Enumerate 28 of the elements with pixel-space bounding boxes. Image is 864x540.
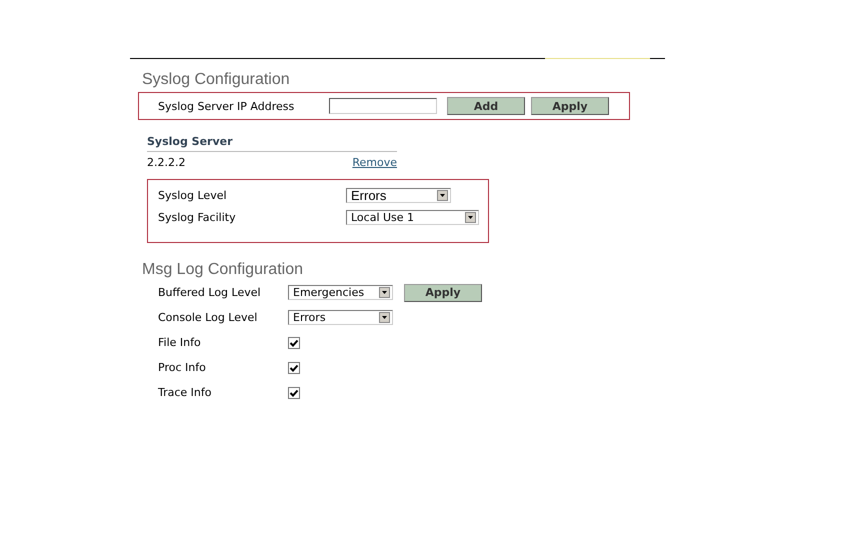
section-title: Msg Log Configuration — [142, 260, 304, 280]
server-address: 2.2.2.2 — [147, 156, 186, 169]
field-label: Proc Info — [158, 361, 207, 374]
dropdown[interactable]: Errors — [346, 188, 451, 203]
field-label: Syslog Facility — [158, 211, 237, 224]
caret-icon — [379, 287, 390, 298]
dropdown[interactable]: Emergencies — [288, 285, 393, 300]
column-heading: Syslog Server — [147, 135, 397, 152]
field-label: File Info — [158, 336, 202, 349]
checkbox[interactable] — [288, 386, 300, 398]
field-label: Trace Info — [158, 386, 212, 399]
remove-link[interactable]: Remove — [352, 156, 397, 169]
input-field[interactable] — [329, 98, 437, 114]
apply-button[interactable]: Apply — [404, 284, 482, 302]
field-label: Console Log Level — [158, 311, 258, 324]
ip-label: Syslog Server IP Address — [158, 100, 296, 112]
field-label: Buffered Log Level — [158, 286, 262, 299]
checkbox[interactable] — [288, 336, 300, 348]
action-button[interactable]: Apply — [531, 97, 609, 115]
caret-icon — [465, 212, 476, 223]
caret-icon — [379, 312, 390, 323]
dropdown[interactable]: Local Use 1 — [346, 210, 479, 225]
section-title: Syslog Configuration — [142, 70, 291, 90]
caret-icon — [437, 190, 448, 201]
field-label: Syslog Level — [158, 189, 228, 202]
dropdown[interactable]: Errors — [288, 310, 393, 325]
checkbox[interactable] — [288, 362, 300, 374]
action-button[interactable]: Add — [447, 97, 525, 115]
